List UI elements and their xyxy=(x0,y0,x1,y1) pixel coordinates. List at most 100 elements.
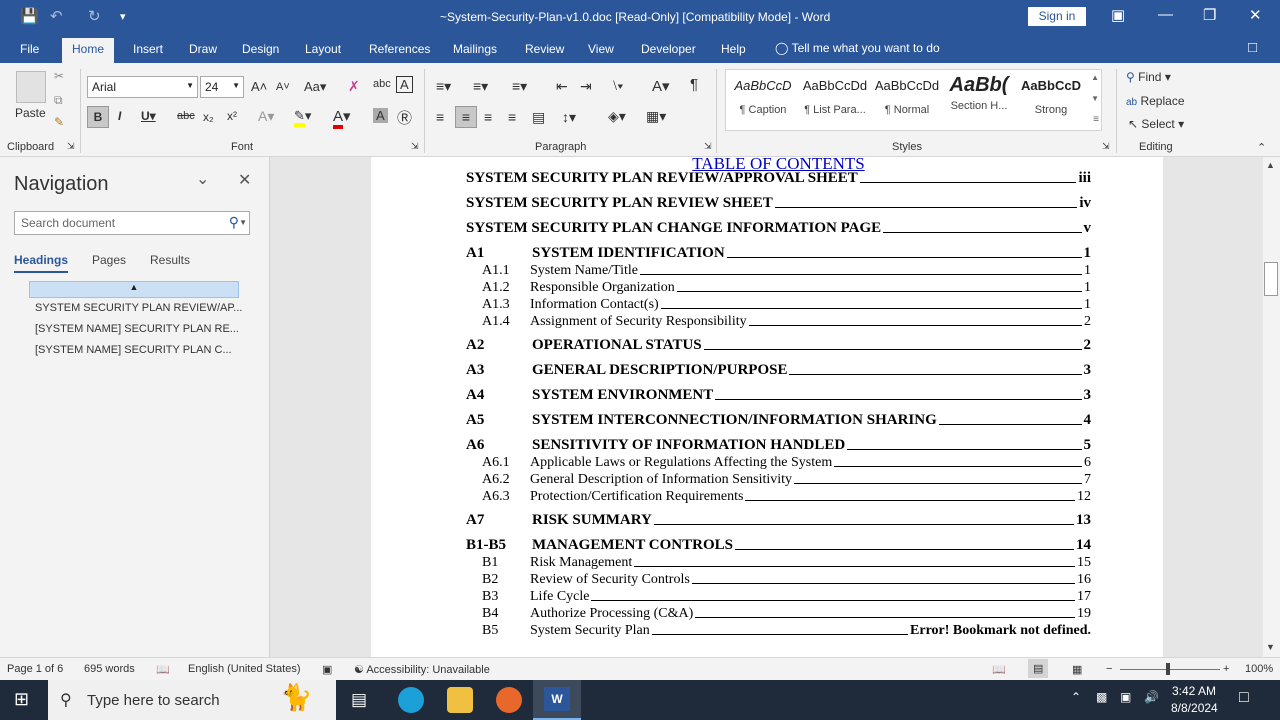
increase-indent-icon[interactable]: ⇥ xyxy=(580,78,592,95)
paragraph-launcher-icon[interactable]: ⇲ xyxy=(704,141,712,152)
toc-entry[interactable]: A6.3 Protection/Certification Requirement… xyxy=(466,489,1091,505)
macro-icon[interactable]: ▣ xyxy=(322,663,332,676)
decrease-indent-icon[interactable]: ⇤ xyxy=(556,78,568,95)
enclose-characters-icon[interactable]: Ⓡ xyxy=(397,107,412,128)
clear-formatting-icon[interactable]: ✗ xyxy=(348,78,360,95)
volume-icon[interactable]: 🔊 xyxy=(1144,690,1159,704)
change-case-icon[interactable]: Aa▾ xyxy=(304,79,326,95)
grow-font-icon[interactable]: A˄ xyxy=(251,79,267,94)
style-list-paragraph[interactable]: AaBbCcDd ¶ List Para... xyxy=(799,78,871,116)
center-button[interactable]: ≡ xyxy=(455,106,477,128)
style-section-heading[interactable]: AaBb(Section H... xyxy=(943,74,1015,112)
strikethrough-button[interactable]: abc xyxy=(177,110,195,122)
heading-item[interactable]: SYSTEM SECURITY PLAN REVIEW/AP... xyxy=(35,302,242,314)
find-button[interactable]: ⚲ Find ▾ xyxy=(1126,70,1171,84)
taskbar-search[interactable]: ⚲ Type here to search 🐈 xyxy=(48,680,336,720)
borders-icon[interactable]: ▦▾ xyxy=(646,108,666,125)
chevron-down-icon[interactable]: ▼ xyxy=(239,218,247,227)
clock-time[interactable]: 3:42 AM xyxy=(1172,684,1216,698)
page-count[interactable]: Page 1 of 6 xyxy=(7,663,63,675)
toc-entry[interactable]: SYSTEM SECURITY PLAN REVIEW/APPROVAL SHE… xyxy=(466,170,1091,187)
toc-entry[interactable]: B1-B5 MANAGEMENT CONTROLS 14 xyxy=(466,537,1091,554)
replace-button[interactable]: ab Replace xyxy=(1126,94,1185,108)
highlight-color-icon[interactable]: ✎▾ xyxy=(294,108,311,127)
print-layout-icon[interactable]: ▤ xyxy=(1028,659,1049,678)
text-effects-icon[interactable]: A▾ xyxy=(258,108,274,125)
justify-icon[interactable]: ≡ xyxy=(508,109,516,125)
minimize-button[interactable]: — xyxy=(1158,6,1173,23)
font-size-combo[interactable]: 24 ▼ xyxy=(200,76,244,98)
toc-entry[interactable]: A7 RISK SUMMARY 13 xyxy=(466,512,1091,529)
comments-icon[interactable]: □ xyxy=(1248,39,1257,56)
shrink-font-icon[interactable]: A˅ xyxy=(276,81,290,93)
web-layout-icon[interactable]: ▦ xyxy=(1072,663,1082,676)
tab-draw[interactable]: Draw xyxy=(189,42,217,56)
scroll-thumb[interactable] xyxy=(1264,262,1278,296)
toc-entry[interactable]: A4 SYSTEM ENVIRONMENT 3 xyxy=(466,387,1091,404)
close-button[interactable]: ✕ xyxy=(1249,6,1262,24)
edge-icon[interactable] xyxy=(398,687,424,713)
toc-entry[interactable]: SYSTEM SECURITY PLAN CHANGE INFORMATION … xyxy=(466,220,1091,237)
zoom-level[interactable]: 100% xyxy=(1245,663,1273,675)
asian-layout-icon[interactable]: ⧵▾ xyxy=(613,78,623,94)
tell-me-search[interactable]: ◯ Tell me what you want to do xyxy=(775,41,940,55)
toc-entry[interactable]: A6 SENSITIVITY OF INFORMATION HANDLED 5 xyxy=(466,437,1091,454)
tab-review[interactable]: Review xyxy=(525,42,564,56)
tab-help[interactable]: Help xyxy=(721,42,746,56)
word-count[interactable]: 695 words xyxy=(84,663,135,675)
character-border-icon[interactable]: A xyxy=(396,76,413,93)
language[interactable]: English (United States) xyxy=(188,663,301,675)
maximize-button[interactable]: ❐ xyxy=(1203,6,1216,24)
zoom-in-button[interactable]: + xyxy=(1223,663,1229,675)
save-icon[interactable]: 💾 xyxy=(20,7,39,25)
toc-entry[interactable]: B4 Authorize Processing (C&A) 19 xyxy=(466,606,1091,622)
file-explorer-icon[interactable] xyxy=(447,687,473,713)
cut-icon[interactable]: ✂ xyxy=(54,69,64,83)
undo-icon[interactable]: ↶ xyxy=(50,7,63,25)
heading-collapse-marker[interactable]: ▲ xyxy=(29,281,239,298)
subscript-button[interactable]: x₂ xyxy=(203,110,214,124)
tab-home[interactable]: Home xyxy=(62,38,115,63)
toc-entry[interactable]: B1 Risk Management 15 xyxy=(466,555,1091,571)
word-taskbar-button[interactable]: W xyxy=(533,680,581,720)
firefox-icon[interactable] xyxy=(496,687,522,713)
notifications-icon[interactable]: □ xyxy=(1239,689,1249,707)
pane-options-icon[interactable]: ⌄ xyxy=(196,169,209,189)
redo-icon[interactable]: ↻ xyxy=(88,7,101,25)
styles-launcher-icon[interactable]: ⇲ xyxy=(1102,141,1110,152)
bold-button[interactable]: B xyxy=(87,106,109,128)
clipboard-launcher-icon[interactable]: ⇲ xyxy=(67,141,75,152)
heading-item[interactable]: [SYSTEM NAME] SECURITY PLAN RE... xyxy=(35,323,239,335)
network-icon[interactable]: ▣ xyxy=(1120,690,1131,704)
proofing-icon[interactable]: 📖 xyxy=(156,663,170,676)
sign-in-button[interactable]: Sign in xyxy=(1028,7,1086,26)
tab-layout[interactable]: Layout xyxy=(305,42,341,56)
show-formatting-marks-icon[interactable]: ¶ xyxy=(690,76,698,93)
styles-scroll-down-icon[interactable]: ▼ xyxy=(1091,94,1099,103)
tab-references[interactable]: References xyxy=(369,42,430,56)
show-hidden-icons[interactable]: ⌃ xyxy=(1071,690,1081,704)
font-launcher-icon[interactable]: ⇲ xyxy=(411,141,419,152)
tab-headings[interactable]: Headings xyxy=(14,253,69,273)
font-name-combo[interactable]: Arial ▼ xyxy=(87,76,198,98)
tab-design[interactable]: Design xyxy=(242,42,279,56)
toc-entry[interactable]: A1.4 Assignment of Security Responsibilit… xyxy=(466,314,1091,330)
heading-item[interactable]: [SYSTEM NAME] SECURITY PLAN C... xyxy=(35,344,232,356)
tab-results[interactable]: Results xyxy=(150,253,190,267)
toc-entry[interactable]: B2 Review of Security Controls 16 xyxy=(466,572,1091,588)
numbering-icon[interactable]: ≡▾ xyxy=(473,78,488,95)
toc-entry[interactable]: A1.2 Responsible Organization 1 xyxy=(466,280,1091,296)
toc-entry[interactable]: SYSTEM SECURITY PLAN REVIEW SHEET iv xyxy=(466,195,1091,212)
toc-entry[interactable]: A1.1 System Name/Title 1 xyxy=(466,263,1091,279)
toc-entry[interactable]: B3 Life Cycle 17 xyxy=(466,589,1091,605)
clock-date[interactable]: 8/8/2024 xyxy=(1171,701,1218,715)
customize-qat-icon[interactable]: ▾ xyxy=(120,10,126,23)
accessibility-status[interactable]: ☯ Accessibility: Unavailable xyxy=(354,663,490,676)
chinese-layout-icon[interactable]: A▾ xyxy=(652,77,670,95)
format-painter-icon[interactable]: ✎ xyxy=(54,115,64,129)
zoom-slider[interactable] xyxy=(1120,669,1220,670)
tab-pages[interactable]: Pages xyxy=(92,253,126,267)
paste-button[interactable]: Paste xyxy=(15,106,46,120)
ribbon-display-icon[interactable]: ▣ xyxy=(1111,6,1125,24)
tab-insert[interactable]: Insert xyxy=(133,42,163,56)
